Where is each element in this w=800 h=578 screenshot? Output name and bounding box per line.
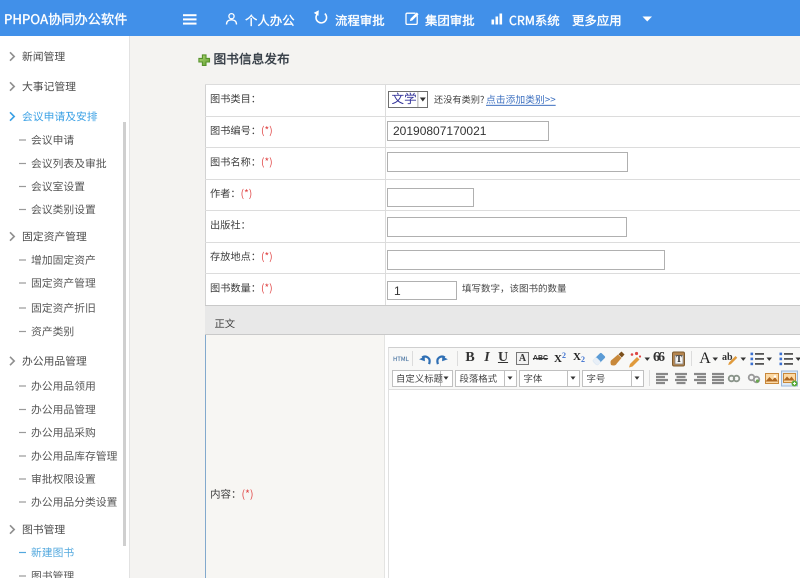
svg-text:T: T (676, 354, 682, 364)
